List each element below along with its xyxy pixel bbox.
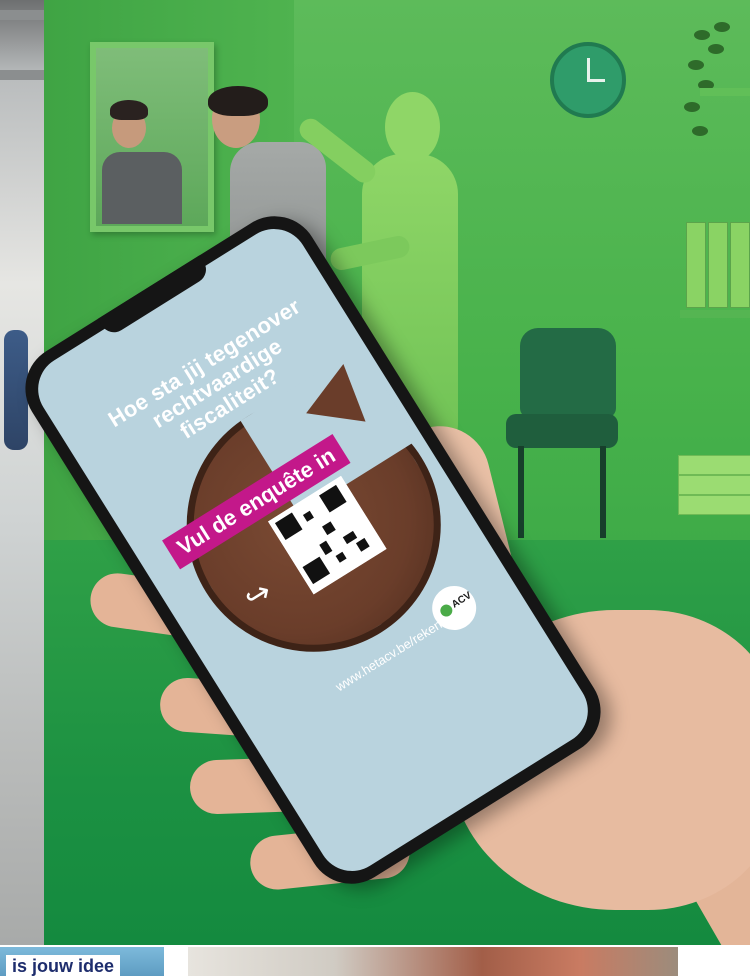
green-figure-head xyxy=(385,92,440,162)
mirror-reflection-body xyxy=(102,152,182,224)
background-warehouse xyxy=(0,0,44,945)
clock-hour-hand xyxy=(587,79,605,82)
binders-on-shelf xyxy=(686,222,750,310)
wall-shelf-middle xyxy=(680,310,750,318)
chair-back xyxy=(520,328,616,418)
ceiling-beam xyxy=(0,10,44,20)
acv-logo-text: ACV xyxy=(449,590,474,611)
hanging-plant xyxy=(674,10,744,160)
ceiling-beam xyxy=(0,70,44,80)
related-thumbnail-left[interactable]: is jouw idee xyxy=(0,947,164,976)
wall-shelf-top xyxy=(700,88,750,96)
related-thumbnail-right[interactable] xyxy=(188,947,678,976)
wall-clock xyxy=(550,42,626,118)
mirror-reflection-hair xyxy=(110,100,148,120)
wall-mirror xyxy=(90,42,214,232)
green-figure-arm-up xyxy=(295,114,380,188)
man-hair xyxy=(208,86,268,116)
pie-slice xyxy=(306,359,374,422)
thumbnail-caption: is jouw idee xyxy=(6,955,121,976)
photo-scene: Hoe sta jij tegenover rechtvaardige fisc… xyxy=(0,0,750,976)
